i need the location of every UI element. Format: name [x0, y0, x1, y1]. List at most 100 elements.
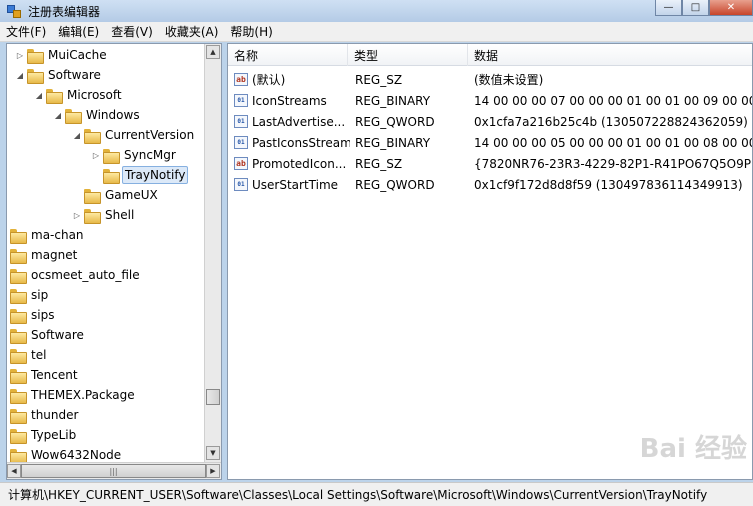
expander-icon[interactable]: ◢ — [15, 65, 25, 85]
menu-bar: 文件(F) 编辑(E) 查看(V) 收藏夹(A) 帮助(H) — [0, 22, 753, 42]
tree-item-label: MuiCache — [48, 48, 107, 62]
tree-item[interactable]: ◢ Software — [15, 65, 103, 85]
tree-item-label: tel — [31, 348, 47, 362]
watermark: Bai 经验 — [639, 434, 747, 464]
tree-item[interactable]: Tencent — [7, 365, 80, 385]
value-type: REG_QWORD — [355, 114, 435, 129]
folder-icon — [10, 228, 27, 244]
scroll-thumb[interactable] — [206, 389, 220, 405]
folder-icon — [10, 288, 27, 304]
expander-icon[interactable]: ▷ — [91, 145, 101, 165]
tree-item[interactable]: ◢ Microsoft — [34, 85, 124, 105]
tree-item[interactable]: sip — [7, 285, 50, 305]
scroll-left-arrow-icon[interactable]: ◀ — [7, 464, 21, 478]
list-item[interactable]: 01 UserStartTime REG_QWORD 0x1cf9f172d8d… — [228, 174, 752, 195]
tree-item-label: Microsoft — [67, 88, 122, 102]
registry-tree[interactable]: ▷ MuiCache ◢ Software ◢ Microsoft ◢ Wind… — [6, 43, 222, 480]
tree-item[interactable]: ▷ Shell — [72, 205, 136, 225]
tree-item-selected[interactable]: TrayNotify — [91, 165, 189, 185]
list-item[interactable]: 01 LastAdvertise... REG_QWORD 0x1cfa7a21… — [228, 111, 752, 132]
folder-icon — [10, 328, 27, 344]
scroll-right-arrow-icon[interactable]: ▶ — [206, 464, 220, 478]
menu-view[interactable]: 查看(V) — [105, 23, 159, 40]
string-value-icon: ab — [234, 73, 248, 86]
tree-item[interactable]: TypeLib — [7, 425, 78, 445]
tree-item-label: magnet — [31, 248, 78, 262]
value-name: LastAdvertise... — [252, 114, 346, 129]
tree-item[interactable]: magnet — [7, 245, 79, 265]
column-header-data[interactable]: 数据 — [468, 44, 752, 66]
folder-icon — [10, 448, 27, 464]
tree-item[interactable]: GameUX — [72, 185, 160, 205]
list-item[interactable]: 01 PastIconsStream REG_BINARY 14 00 00 0… — [228, 132, 753, 153]
value-data: 14 00 00 00 07 00 00 00 01 00 01 00 09 0… — [474, 93, 753, 108]
tree-item[interactable]: ◢ Windows — [53, 105, 142, 125]
value-type: REG_BINARY — [355, 135, 431, 150]
expander-icon — [7, 365, 8, 385]
value-data: 14 00 00 00 05 00 00 00 01 00 01 00 08 0… — [474, 135, 753, 150]
tree-item[interactable]: ma-chan — [7, 225, 86, 245]
tree-item[interactable]: Software — [7, 325, 86, 345]
binary-value-icon: 01 — [234, 94, 248, 107]
tree-item[interactable]: thunder — [7, 405, 80, 425]
values-list[interactable]: 名称 类型 数据 ab (默认) REG_SZ (数值未设置) 01 IconS… — [227, 43, 753, 480]
menu-edit[interactable]: 编辑(E) — [52, 23, 105, 40]
regedit-icon — [6, 4, 22, 18]
tree-item-label: Software — [31, 328, 84, 342]
tree-item[interactable]: ocsmeet_auto_file — [7, 265, 142, 285]
tree-item[interactable]: ▷ SyncMgr — [91, 145, 178, 165]
expander-icon[interactable]: ◢ — [72, 125, 82, 145]
tree-item[interactable]: ◢ CurrentVersion — [72, 125, 196, 145]
value-data: 0x1cf9f172d8d8f59 (130497836114349913) — [474, 177, 743, 192]
tree-item[interactable]: sips — [7, 305, 56, 325]
tree-item[interactable]: tel — [7, 345, 48, 365]
list-item[interactable]: 01 IconStreams REG_BINARY 14 00 00 00 07… — [228, 90, 753, 111]
folder-icon — [10, 268, 27, 284]
value-name: UserStartTime — [252, 177, 339, 192]
menu-file[interactable]: 文件(F) — [0, 23, 52, 40]
folder-icon — [103, 148, 120, 164]
scroll-up-arrow-icon[interactable]: ▲ — [206, 45, 220, 59]
tree-item-label: thunder — [31, 408, 79, 422]
tree-item-label: Wow6432Node — [31, 448, 122, 462]
expander-icon[interactable]: ◢ — [53, 105, 63, 125]
tree-horizontal-scrollbar[interactable]: ◀ ||| ▶ — [7, 462, 221, 479]
folder-icon — [10, 428, 27, 444]
menu-favorites[interactable]: 收藏夹(A) — [159, 23, 225, 40]
tree-item[interactable]: THEMEX.Package — [7, 385, 137, 405]
expander-icon[interactable]: ▷ — [72, 205, 82, 225]
value-type: REG_QWORD — [355, 177, 435, 192]
value-type: REG_SZ — [355, 156, 403, 171]
close-button[interactable]: ✕ — [709, 0, 753, 16]
expander-icon — [7, 265, 8, 285]
folder-icon — [10, 348, 27, 364]
folder-icon — [103, 168, 120, 184]
folder-icon — [84, 208, 101, 224]
tree-vertical-scrollbar[interactable]: ▲ ▼ — [204, 44, 221, 463]
value-name: IconStreams — [252, 93, 327, 108]
minimize-button[interactable]: — — [655, 0, 682, 16]
tree-item-label: Windows — [86, 108, 140, 122]
expander-icon — [7, 225, 8, 245]
list-item[interactable]: ab (默认) REG_SZ (数值未设置) — [228, 69, 752, 90]
expander-icon[interactable]: ▷ — [15, 45, 25, 65]
folder-icon — [10, 388, 27, 404]
value-name-cell: ab (默认) — [234, 69, 350, 90]
value-name-cell: 01 LastAdvertise... — [234, 111, 350, 132]
list-item[interactable]: ab PromotedIcon... REG_SZ {7820NR76-23R3… — [228, 153, 752, 174]
value-name-cell: 01 UserStartTime — [234, 174, 350, 195]
menu-help[interactable]: 帮助(H) — [224, 23, 278, 40]
scroll-thumb-horizontal[interactable]: ||| — [21, 464, 206, 478]
value-data: 0x1cfa7a216b25c4b (130507228824362059) — [474, 114, 748, 129]
scroll-down-arrow-icon[interactable]: ▼ — [206, 446, 220, 460]
maximize-button[interactable]: □ — [682, 0, 709, 16]
column-header-name[interactable]: 名称 — [228, 44, 348, 66]
expander-icon — [7, 245, 8, 265]
binary-value-icon: 01 — [234, 178, 248, 191]
tree-item-label: SyncMgr — [124, 148, 176, 162]
column-header-type[interactable]: 类型 — [348, 44, 468, 66]
tree-item[interactable]: ▷ MuiCache — [15, 45, 109, 65]
folder-icon — [10, 248, 27, 264]
expander-icon[interactable]: ◢ — [34, 85, 44, 105]
expander-icon — [7, 305, 8, 325]
